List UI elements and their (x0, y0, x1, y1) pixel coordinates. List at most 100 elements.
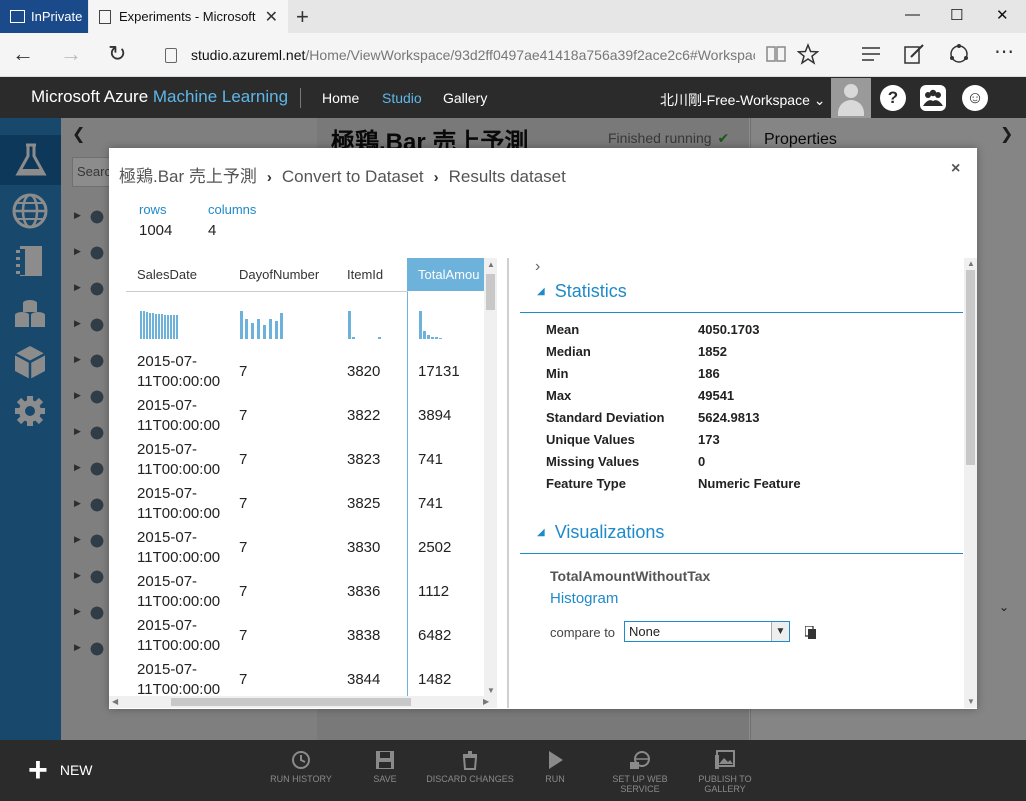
cell-totalamount[interactable]: 1482 (418, 670, 451, 690)
avatar[interactable] (831, 78, 871, 118)
maximize-button[interactable]: ☐ (950, 6, 963, 24)
table-row[interactable]: 2015-07- 11T00:00:00 7 3838 6482 (126, 616, 486, 656)
itemid-sparkline[interactable] (348, 309, 388, 341)
cell-itemid[interactable]: 3844 (347, 670, 380, 690)
dialog-close-button[interactable]: × (951, 160, 960, 178)
cell-dayofnumber[interactable]: 7 (239, 362, 247, 382)
cell-itemid[interactable]: 3823 (347, 450, 380, 470)
table-row[interactable]: 2015-07- 11T00:00:00 7 3820 17131 (126, 352, 486, 392)
cell-totalamount[interactable]: 17131 (418, 362, 460, 382)
table-row[interactable]: 2015-07- 11T00:00:00 7 3825 741 (126, 484, 486, 524)
cell-salesdate[interactable]: 2015-07- 11T00:00:00 (137, 528, 220, 568)
brand-prefix: Microsoft Azure (31, 87, 149, 106)
hub-icon[interactable] (860, 45, 882, 63)
save-button[interactable]: SAVE (340, 750, 430, 784)
set-up-web-service-button[interactable]: SET UP WEB SERVICE (595, 750, 685, 794)
cell-dayofnumber[interactable]: 7 (239, 582, 247, 602)
table-row[interactable]: 2015-07- 11T00:00:00 7 3822 3894 (126, 396, 486, 436)
share-icon[interactable] (948, 43, 970, 65)
column-header-dayofnumber[interactable]: DayofNumber (239, 258, 319, 291)
play-icon (549, 751, 563, 769)
cell-totalamount[interactable]: 1112 (418, 582, 449, 602)
refresh-button[interactable]: ↻ (108, 41, 126, 67)
cell-salesdate[interactable]: 2015-07- 11T00:00:00 (137, 572, 220, 612)
back-button[interactable]: ← (12, 41, 34, 67)
pane-splitter[interactable] (507, 258, 509, 708)
publish-to-gallery-button[interactable]: PUBLISH TO GALLERY (680, 750, 770, 794)
statistics-section-header[interactable]: ◢ Statistics (537, 281, 627, 302)
nav-gallery[interactable]: Gallery (443, 90, 487, 106)
new-button[interactable]: + NEW (28, 753, 93, 787)
expand-pane-icon[interactable]: › (535, 258, 540, 276)
column-header-itemid[interactable]: ItemId (347, 258, 383, 291)
cell-dayofnumber[interactable]: 7 (239, 626, 247, 646)
browser-tab[interactable]: Experiments - Microsoft ✕ (89, 0, 288, 33)
favorite-star-icon[interactable] (797, 43, 819, 65)
cell-itemid[interactable]: 3820 (347, 362, 380, 382)
cell-totalamount[interactable]: 3894 (418, 406, 451, 426)
cell-salesdate[interactable]: 2015-07- 11T00:00:00 (137, 440, 220, 480)
histogram-link[interactable]: Histogram (550, 590, 618, 607)
run-button[interactable]: RUN (510, 750, 600, 784)
stat-value: 173 (698, 432, 720, 447)
community-icon[interactable] (920, 85, 946, 111)
visualizations-section-header[interactable]: ◢ Visualizations (537, 522, 664, 543)
new-label: NEW (59, 762, 93, 778)
table-row[interactable]: 2015-07- 11T00:00:00 7 3823 741 (126, 440, 486, 480)
feedback-smile-icon[interactable]: ☺ (962, 85, 988, 111)
cell-itemid[interactable]: 3830 (347, 538, 380, 558)
brand[interactable]: Microsoft Azure Machine Learning (31, 87, 288, 107)
cell-salesdate[interactable]: 2015-07- 11T00:00:00 (137, 396, 220, 436)
column-header-salesdate[interactable]: SalesDate (137, 258, 197, 291)
grid-vertical-scrollbar[interactable]: ▲ ▼ (484, 258, 497, 698)
cell-salesdate[interactable]: 2015-07- 11T00:00:00 (137, 352, 220, 392)
new-tab-button[interactable]: + (296, 4, 309, 30)
compare-to-select[interactable]: None ▼ (624, 621, 790, 642)
cell-dayofnumber[interactable]: 7 (239, 494, 247, 514)
more-icon[interactable]: ⋯ (994, 39, 1014, 64)
dayofnumber-sparkline[interactable] (240, 309, 286, 341)
cell-totalamount[interactable]: 741 (418, 494, 443, 514)
totalamount-sparkline[interactable] (419, 309, 459, 341)
run-history-button[interactable]: RUN HISTORY (256, 750, 346, 784)
tab-close-icon[interactable]: ✕ (265, 7, 278, 27)
cell-dayofnumber[interactable]: 7 (239, 538, 247, 558)
copy-icon[interactable] (805, 626, 817, 640)
cell-itemid[interactable]: 3822 (347, 406, 380, 426)
cell-itemid[interactable]: 3825 (347, 494, 380, 514)
discard-changes-button[interactable]: DISCARD CHANGES (425, 750, 515, 784)
nav-studio[interactable]: Studio (382, 90, 422, 106)
cell-dayofnumber[interactable]: 7 (239, 450, 247, 470)
cell-dayofnumber[interactable]: 7 (239, 406, 247, 426)
address-bar[interactable]: studio.azureml.net/Home/ViewWorkspace/93… (165, 42, 755, 68)
grid-horizontal-scrollbar[interactable]: ◀ ▶ (109, 696, 497, 708)
cell-salesdate[interactable]: 2015-07- 11T00:00:00 (137, 484, 220, 524)
cell-itemid[interactable]: 3838 (347, 626, 380, 646)
cell-totalamount[interactable]: 6482 (418, 626, 451, 646)
stats-vertical-scrollbar[interactable]: ▲ ▼ (964, 258, 977, 708)
web-note-icon[interactable] (903, 43, 925, 65)
cell-dayofnumber[interactable]: 7 (239, 670, 247, 690)
forward-button[interactable]: → (60, 41, 82, 67)
salesdate-sparkline[interactable] (140, 309, 182, 341)
table-row[interactable]: 2015-07- 11T00:00:00 7 3830 2502 (126, 528, 486, 568)
stat-label: Mean (546, 322, 580, 337)
reading-view-icon[interactable] (766, 44, 786, 64)
table-row[interactable]: 2015-07- 11T00:00:00 7 3836 1112 (126, 572, 486, 612)
stat-label: Max (546, 388, 572, 403)
cell-salesdate[interactable]: 2015-07- 11T00:00:00 (137, 660, 220, 698)
column-header-totalamount[interactable]: TotalAmou (408, 258, 486, 291)
minimize-button[interactable]: — (905, 6, 920, 23)
statistics-title: Statistics (554, 281, 627, 301)
help-icon[interactable]: ? (880, 85, 906, 111)
collapse-triangle-icon: ◢ (537, 527, 545, 538)
nav-home[interactable]: Home (322, 90, 359, 106)
cell-itemid[interactable]: 3836 (347, 582, 380, 602)
cell-totalamount[interactable]: 2502 (418, 538, 451, 558)
tab-title: Experiments - Microsoft (119, 9, 256, 24)
cell-totalamount[interactable]: 741 (418, 450, 443, 470)
workspace-selector[interactable]: 北川剛-Free-Workspace ⌄ (660, 90, 826, 110)
window-close-button[interactable]: ✕ (996, 6, 1009, 24)
cell-salesdate[interactable]: 2015-07- 11T00:00:00 (137, 616, 220, 656)
table-row[interactable]: 2015-07- 11T00:00:00 7 3844 1482 (126, 660, 486, 698)
